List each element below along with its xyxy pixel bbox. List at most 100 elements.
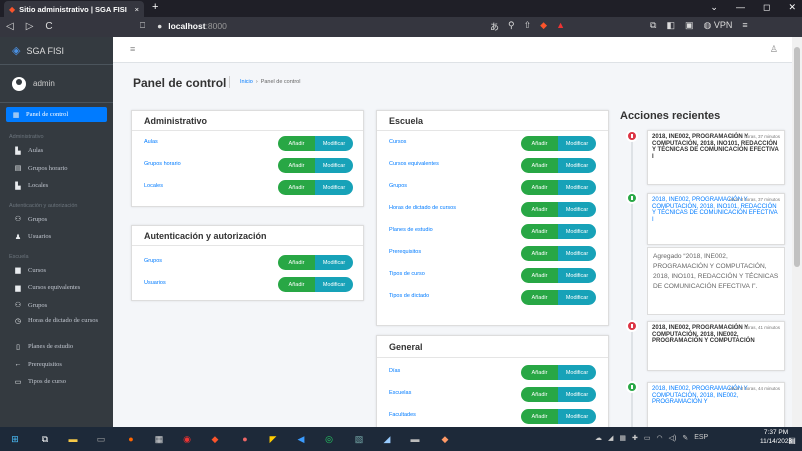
modify-button[interactable]: Modificar [558,290,596,305]
sidebar-item-panel[interactable]: ▦ Panel de control [6,107,107,122]
sidebar-item-horas-dictado[interactable]: ◷ Horas de dictado de cursos [0,314,113,338]
tray-icon[interactable]: ▦ [619,434,626,442]
notification-icon[interactable]: ▤ [785,433,799,447]
model-link[interactable]: Usuarios [144,280,166,286]
sublime-icon[interactable]: ◤ [266,432,280,446]
model-link[interactable]: Escuelas [389,390,411,396]
bookmark-icon[interactable]: ⎕ [140,20,145,31]
sidebar-item-planes[interactable]: ▯ Planes de estudio [0,338,113,356]
file-explorer-icon[interactable]: ▬ [66,432,80,446]
add-button[interactable]: Añadir [521,180,558,195]
modify-button[interactable]: Modificar [315,255,353,270]
task-view-icon[interactable]: ⧉ [38,432,52,446]
model-link[interactable]: Cursos equivalentes [389,161,439,167]
minimize-button[interactable]: — [736,2,745,13]
breadcrumb-home-link[interactable]: Inicio [240,79,253,85]
sidebar-item-cursos[interactable]: ▆ Cursos [0,262,113,280]
add-button[interactable]: Añadir [521,224,558,239]
modify-button[interactable]: Modificar [558,387,596,402]
menu-icon[interactable]: ≡ [742,20,747,31]
vpn-button[interactable]: ◍ VPN [703,20,732,31]
close-window-button[interactable]: ✕ [788,2,796,13]
tab-close-icon[interactable]: × [135,5,139,14]
add-button[interactable]: Añadir [521,246,558,261]
model-link[interactable]: Prerequisitos [389,249,421,255]
model-link[interactable]: Planes de estudio [389,227,433,233]
add-button[interactable]: Añadir [521,365,558,380]
model-link[interactable]: Aulas [144,139,158,145]
pen-icon[interactable]: ✎ [682,434,688,442]
model-link[interactable]: Grupos horario [144,161,181,167]
terminal-icon[interactable]: ▭ [94,432,108,446]
maximize-button[interactable]: ◻ [763,2,770,13]
firefox-icon[interactable]: ● [124,432,138,446]
sidebar-item-prerequisitos[interactable]: ← Prerequisitos [0,356,113,374]
sidebar-item-cursos-equivalentes[interactable]: ▆ Cursos equivalentes [0,279,113,297]
forward-button[interactable]: ▷ [26,21,34,32]
page-scrollbar[interactable] [792,37,802,427]
model-link[interactable]: Días [389,368,400,374]
wifi-icon[interactable]: ◠ [657,434,663,442]
sidebar-item-usuarios[interactable]: ♟ Usuarios [0,228,113,246]
model-link[interactable]: Cursos [389,139,406,145]
brave-rewards-icon[interactable]: ▲ [556,20,565,33]
user-panel[interactable]: admin [0,65,113,103]
modify-button[interactable]: Modificar [558,246,596,261]
modify-button[interactable]: Modificar [558,409,596,424]
model-link[interactable]: Grupos [144,258,162,264]
vscode-icon[interactable]: ◀ [294,432,308,446]
language-indicator[interactable]: ESP [694,434,708,442]
sidebar-item-grupos-escuela[interactable]: ⚇ Grupos [0,297,113,315]
app-icon[interactable]: ◢ [380,432,394,446]
brand-link[interactable]: ◈ SGA FISI [0,37,113,65]
sidebar-item-grupos[interactable]: ⚇ Grupos [0,211,113,229]
reload-button[interactable]: C [45,21,52,32]
sidebar-item-locales[interactable]: ▙ Locales [0,177,113,195]
app-icon[interactable]: ▬ [408,432,422,446]
add-button[interactable]: Añadir [278,180,315,195]
add-button[interactable]: Añadir [278,158,315,173]
wallet-icon[interactable]: ▣ [685,20,694,31]
add-button[interactable]: Añadir [521,202,558,217]
add-button[interactable]: Añadir [278,255,315,270]
add-button[interactable]: Añadir [521,268,558,283]
modify-button[interactable]: Modificar [558,136,596,151]
model-link[interactable]: Locales [144,183,163,189]
modify-button[interactable]: Modificar [558,158,596,173]
modify-button[interactable]: Modificar [558,202,596,217]
sidebar-item-grupos-horario[interactable]: ▤ Grupos horario [0,160,113,178]
browser-tab[interactable]: ◆ Sitio administrativo | SGA FISI × [4,1,144,17]
add-button[interactable]: Añadir [521,158,558,173]
calculator-icon[interactable]: ▦ [152,432,166,446]
translate-icon[interactable]: あ [490,20,499,33]
modify-button[interactable]: Modificar [315,136,353,151]
tray-icon[interactable]: ✚ [632,434,638,442]
chrome-icon[interactable]: ◉ [180,432,194,446]
sidebar-item-tipos-curso[interactable]: ▭ Tipos de curso [0,373,113,391]
modify-button[interactable]: Modificar [315,180,353,195]
volume-icon[interactable]: ◁) [669,434,677,442]
new-tab-button[interactable]: + [152,1,158,13]
whatsapp-icon[interactable]: ◎ [322,432,336,446]
chevron-down-icon[interactable]: ⌄ [710,2,718,13]
add-button[interactable]: Añadir [278,136,315,151]
add-button[interactable]: Añadir [521,290,558,305]
modify-button[interactable]: Modificar [315,277,353,292]
scrollbar-thumb[interactable] [794,47,800,267]
add-button[interactable]: Añadir [521,387,558,402]
tray-icon[interactable]: ☁ [595,434,602,442]
battery-icon[interactable]: ▭ [644,434,651,442]
add-button[interactable]: Añadir [521,409,558,424]
url-field[interactable]: ⎕ ● localhost:8000 [140,20,227,31]
zoom-icon[interactable]: ⚲ [508,20,515,33]
site-info-icon[interactable]: ● [157,21,162,31]
add-button[interactable]: Añadir [278,277,315,292]
app-icon[interactable]: ▧ [352,432,366,446]
model-link[interactable]: Grupos [389,183,407,189]
model-link[interactable]: Tipos de dictado [389,293,429,299]
brave-taskbar-icon[interactable]: ◆ [208,432,222,446]
share-icon[interactable]: ⇧ [524,20,532,33]
user-menu-icon[interactable]: ♙ [770,44,778,55]
modify-button[interactable]: Modificar [315,158,353,173]
tray-icon[interactable]: ◢ [608,434,613,442]
